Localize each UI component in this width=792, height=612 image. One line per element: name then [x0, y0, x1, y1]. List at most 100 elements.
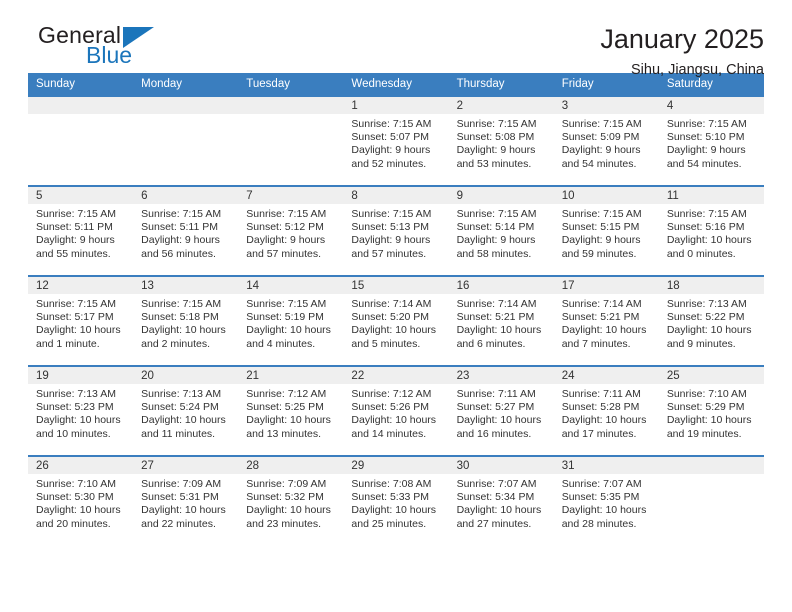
sunset-text: Sunset: 5:31 PM — [141, 491, 219, 504]
calendar-day-cell[interactable]: 20 Sunrise: 7:13 AM Sunset: 5:24 PM Dayligh… — [133, 365, 239, 456]
calendar-day-cell[interactable]: 17 Sunrise: 7:14 AM Sunset: 5:21 PM Dayligh… — [553, 275, 659, 366]
calendar-day-cell[interactable]: 24 Sunrise: 7:11 AM Sunset: 5:28 PM Dayligh… — [553, 365, 659, 456]
day-details: Sunrise: 7:07 AM Sunset: 5:35 PM Daylight:… — [554, 474, 659, 531]
daylight-text: Daylight: 9 hours and 58 minutes. — [456, 234, 536, 260]
sunset-text: Sunset: 5:28 PM — [561, 401, 640, 414]
sunset-text: Sunset: 5:12 PM — [246, 221, 324, 234]
calendar-day-cell[interactable]: 21 Sunrise: 7:12 AM Sunset: 5:25 PM Dayligh… — [238, 365, 344, 456]
daylight-text: Daylight: 9 hours and 55 minutes. — [36, 234, 115, 260]
day-details: Sunrise: 7:15 AM Sunset: 5:10 PM Daylight:… — [659, 114, 764, 171]
day-number: 21 — [238, 367, 344, 384]
calendar-day-cell[interactable]: 6 Sunrise: 7:15 AM Sunset: 5:11 PM Daylight… — [133, 185, 239, 276]
calendar-day-cell[interactable]: 11 Sunrise: 7:15 AM Sunset: 5:16 PM Dayligh… — [658, 185, 764, 276]
calendar-week-row: 12 Sunrise: 7:15 AM Sunset: 5:17 PM Dayligh… — [28, 275, 764, 366]
calendar-day-cell-empty — [133, 95, 239, 186]
sunset-text: Sunset: 5:24 PM — [141, 401, 219, 414]
sunrise-text: Sunrise: 7:15 AM — [666, 208, 747, 220]
calendar-day-cell[interactable]: 8 Sunrise: 7:15 AM Sunset: 5:13 PM Daylight… — [343, 185, 449, 276]
sunrise-text: Sunrise: 7:12 AM — [351, 388, 432, 400]
calendar-day-cell[interactable]: 31 Sunrise: 7:07 AM Sunset: 5:35 PM Dayligh… — [553, 455, 659, 546]
daylight-text: Daylight: 10 hours and 0 minutes. — [666, 234, 752, 260]
day-details: Sunrise: 7:15 AM Sunset: 5:19 PM Daylight:… — [238, 294, 343, 351]
day-number: 17 — [553, 277, 659, 294]
day-number: 31 — [553, 457, 659, 474]
daylight-text: Daylight: 10 hours and 13 minutes. — [246, 414, 331, 440]
sunrise-text: Sunrise: 7:14 AM — [561, 298, 642, 310]
day-number: 25 — [658, 367, 764, 384]
calendar-grid: Sunday Monday Tuesday Wednesday Thursday Frid… — [28, 73, 764, 546]
sunset-text: Sunset: 5:18 PM — [141, 311, 219, 324]
day-number: 20 — [133, 367, 239, 384]
sunrise-text: Sunrise: 7:10 AM — [666, 388, 747, 400]
sunrise-text: Sunrise: 7:15 AM — [561, 208, 642, 220]
sunset-text: Sunset: 5:14 PM — [456, 221, 535, 234]
daylight-text: Daylight: 10 hours and 22 minutes. — [141, 504, 226, 530]
calendar-day-cell[interactable]: 14 Sunrise: 7:15 AM Sunset: 5:19 PM Dayligh… — [238, 275, 344, 366]
daylight-text: Daylight: 10 hours and 1 minute. — [36, 324, 121, 350]
page-header: General Blue January 2025 Sihu, Jiangsu,… — [28, 0, 764, 78]
calendar-day-cell[interactable]: 10 Sunrise: 7:15 AM Sunset: 5:15 PM Dayligh… — [553, 185, 659, 276]
day-number: 12 — [28, 277, 134, 294]
day-number: 18 — [658, 277, 764, 294]
sunset-text: Sunset: 5:35 PM — [561, 491, 640, 504]
sunrise-text: Sunrise: 7:13 AM — [666, 298, 747, 310]
calendar-day-cell-empty — [28, 95, 134, 186]
calendar-day-cell[interactable]: 16 Sunrise: 7:14 AM Sunset: 5:21 PM Dayligh… — [448, 275, 554, 366]
weekday-header-wednesday: Wednesday — [343, 73, 449, 96]
weekday-header-monday: Monday — [133, 73, 239, 96]
sunset-text: Sunset: 5:17 PM — [36, 311, 114, 324]
calendar-day-cell[interactable]: 4 Sunrise: 7:15 AM Sunset: 5:10 PM Daylight… — [658, 95, 764, 186]
sunrise-text: Sunrise: 7:07 AM — [561, 478, 642, 490]
calendar-day-cell[interactable]: 7 Sunrise: 7:15 AM Sunset: 5:12 PM Daylight… — [238, 185, 344, 276]
day-details: Sunrise: 7:15 AM Sunset: 5:18 PM Daylight:… — [133, 294, 238, 351]
calendar-day-cell[interactable]: 3 Sunrise: 7:15 AM Sunset: 5:09 PM Daylight… — [553, 95, 659, 186]
brand-logo[interactable]: General Blue — [28, 22, 168, 74]
calendar-day-cell[interactable]: 28 Sunrise: 7:09 AM Sunset: 5:32 PM Dayligh… — [238, 455, 344, 546]
day-number: 10 — [553, 187, 659, 204]
sunrise-text: Sunrise: 7:15 AM — [246, 208, 327, 220]
day-details: Sunrise: 7:13 AM Sunset: 5:23 PM Daylight:… — [28, 384, 133, 441]
sunset-text: Sunset: 5:15 PM — [561, 221, 640, 234]
sunset-text: Sunset: 5:27 PM — [456, 401, 535, 414]
calendar-day-cell[interactable]: 5 Sunrise: 7:15 AM Sunset: 5:11 PM Daylight… — [28, 185, 134, 276]
sunrise-text: Sunrise: 7:15 AM — [36, 298, 116, 310]
day-number: 24 — [553, 367, 659, 384]
day-details: Sunrise: 7:15 AM Sunset: 5:15 PM Daylight:… — [554, 204, 659, 261]
calendar-day-cell[interactable]: 26 Sunrise: 7:10 AM Sunset: 5:30 PM Dayligh… — [28, 455, 134, 546]
sunrise-text: Sunrise: 7:14 AM — [456, 298, 537, 310]
calendar-day-cell[interactable]: 27 Sunrise: 7:09 AM Sunset: 5:31 PM Dayligh… — [133, 455, 239, 546]
calendar-day-cell[interactable]: 12 Sunrise: 7:15 AM Sunset: 5:17 PM Dayligh… — [28, 275, 134, 366]
sunset-text: Sunset: 5:26 PM — [351, 401, 430, 414]
sunset-text: Sunset: 5:30 PM — [36, 491, 114, 504]
daylight-text: Daylight: 9 hours and 57 minutes. — [246, 234, 326, 260]
sunset-text: Sunset: 5:34 PM — [456, 491, 535, 504]
sunrise-text: Sunrise: 7:08 AM — [351, 478, 432, 490]
daylight-text: Daylight: 10 hours and 9 minutes. — [666, 324, 752, 350]
calendar-day-cell[interactable]: 23 Sunrise: 7:11 AM Sunset: 5:27 PM Dayligh… — [448, 365, 554, 456]
day-details: Sunrise: 7:11 AM Sunset: 5:28 PM Daylight:… — [554, 384, 659, 441]
calendar-day-cell[interactable]: 13 Sunrise: 7:15 AM Sunset: 5:18 PM Dayligh… — [133, 275, 239, 366]
sunset-text: Sunset: 5:23 PM — [36, 401, 114, 414]
calendar-day-cell[interactable]: 15 Sunrise: 7:14 AM Sunset: 5:20 PM Dayligh… — [343, 275, 449, 366]
calendar-day-cell[interactable]: 22 Sunrise: 7:12 AM Sunset: 5:26 PM Dayligh… — [343, 365, 449, 456]
calendar-day-cell[interactable]: 25 Sunrise: 7:10 AM Sunset: 5:29 PM Dayligh… — [658, 365, 764, 456]
sunset-text: Sunset: 5:09 PM — [561, 131, 640, 144]
sunrise-text: Sunrise: 7:15 AM — [141, 298, 222, 310]
sunrise-text: Sunrise: 7:15 AM — [141, 208, 222, 220]
day-details: Sunrise: 7:12 AM Sunset: 5:25 PM Daylight:… — [238, 384, 343, 441]
day-number: 5 — [28, 187, 134, 204]
calendar-body: 1 Sunrise: 7:15 AM Sunset: 5:07 PM Daylight… — [28, 95, 764, 546]
sunset-text: Sunset: 5:20 PM — [351, 311, 430, 324]
calendar-week-row: 19 Sunrise: 7:13 AM Sunset: 5:23 PM Dayligh… — [28, 365, 764, 456]
calendar-day-cell[interactable]: 1 Sunrise: 7:15 AM Sunset: 5:07 PM Daylight… — [343, 95, 449, 186]
calendar-day-cell[interactable]: 2 Sunrise: 7:15 AM Sunset: 5:08 PM Daylight… — [448, 95, 554, 186]
sunrise-text: Sunrise: 7:15 AM — [456, 208, 537, 220]
calendar-day-cell[interactable]: 9 Sunrise: 7:15 AM Sunset: 5:14 PM Daylight… — [448, 185, 554, 276]
sunset-text: Sunset: 5:13 PM — [351, 221, 430, 234]
calendar-day-cell[interactable]: 29 Sunrise: 7:08 AM Sunset: 5:33 PM Dayligh… — [343, 455, 449, 546]
calendar-day-cell[interactable]: 19 Sunrise: 7:13 AM Sunset: 5:23 PM Dayligh… — [28, 365, 134, 456]
calendar-week-row: 1 Sunrise: 7:15 AM Sunset: 5:07 PM Daylight… — [28, 95, 764, 186]
sunset-text: Sunset: 5:22 PM — [666, 311, 745, 324]
calendar-day-cell[interactable]: 30 Sunrise: 7:07 AM Sunset: 5:34 PM Dayligh… — [448, 455, 554, 546]
calendar-day-cell[interactable]: 18 Sunrise: 7:13 AM Sunset: 5:22 PM Dayligh… — [658, 275, 764, 366]
